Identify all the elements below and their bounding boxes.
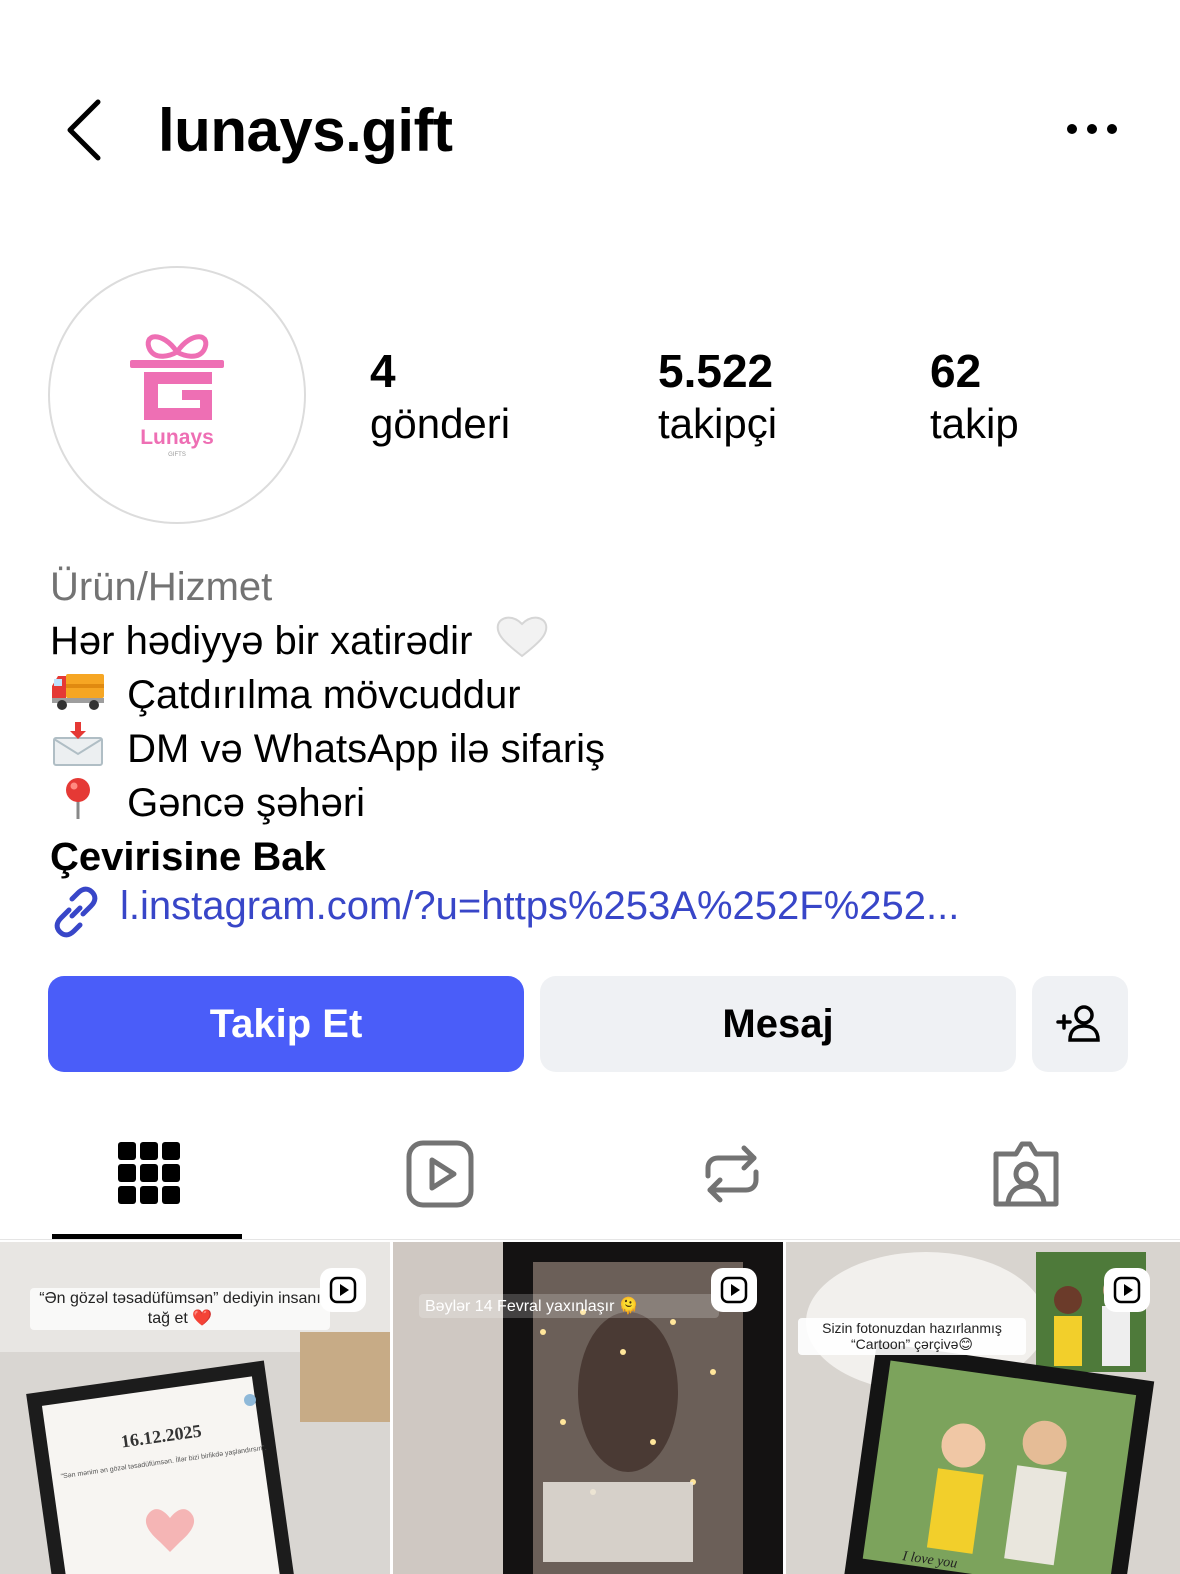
link-icon bbox=[54, 886, 98, 938]
profile-username: lunays.gift bbox=[158, 97, 453, 164]
reel-badge bbox=[320, 1268, 366, 1312]
tab-reposts[interactable] bbox=[696, 1138, 768, 1210]
chevron-left-icon[interactable] bbox=[62, 98, 108, 162]
grid-icon bbox=[118, 1142, 180, 1204]
stat-posts[interactable]: 4 gönderi bbox=[370, 344, 510, 450]
stat-posts-label: gönderi bbox=[370, 400, 511, 447]
reel-badge bbox=[1104, 1268, 1150, 1312]
stat-posts-value: 4 bbox=[370, 345, 396, 397]
profile-bio: Ürün/Hizmet Hər hədiyyə bir xatirədir Ça… bbox=[50, 560, 1140, 884]
post-tile[interactable]: Bəylər 14 Fevral yaxınlaşır 🫠 bbox=[393, 1242, 783, 1574]
avatar-brand: Lunays bbox=[140, 426, 214, 449]
suggested-users-button[interactable] bbox=[1032, 976, 1128, 1072]
avatar[interactable]: Lunays GIFTS bbox=[48, 266, 306, 524]
envelope-with-arrow-icon bbox=[53, 722, 103, 766]
stat-following-label: takip bbox=[930, 400, 1019, 447]
posts-grid: 16.12.2025 “Sən mənim ən gözəl təsadüfüm… bbox=[0, 1242, 1180, 1574]
post-caption: “Ən gözəl təsadüfümsən” dediyin insanı t… bbox=[30, 1288, 330, 1330]
tagged-icon bbox=[993, 1141, 1059, 1207]
stat-followers[interactable]: 5.522 takipçi bbox=[658, 344, 777, 450]
add-user-icon bbox=[1056, 1005, 1100, 1042]
reel-play-icon bbox=[720, 1276, 748, 1304]
avatar-sub: GIFTS bbox=[168, 452, 186, 458]
more-horizontal-icon[interactable] bbox=[1066, 118, 1118, 140]
bio-line-text: DM və WhatsApp ilə sifariş bbox=[127, 727, 606, 771]
profile-category: Ürün/Hizmet bbox=[50, 565, 273, 609]
reel-play-icon bbox=[329, 1276, 357, 1304]
post-tile[interactable]: 16.12.2025 “Sən mənim ən gözəl təsadüfüm… bbox=[0, 1242, 390, 1574]
post-caption: Bəylər 14 Fevral yaxınlaşır 🫠 bbox=[419, 1294, 719, 1318]
stat-following[interactable]: 62 takip bbox=[930, 344, 1019, 450]
profile-header: lunays.gift bbox=[0, 0, 1180, 260]
post-tile[interactable]: I love you Sizin fotonuzdan hazırlanmış … bbox=[786, 1242, 1180, 1574]
tab-reels[interactable] bbox=[404, 1138, 476, 1210]
tab-tagged[interactable] bbox=[990, 1138, 1062, 1210]
bio-line: Çatdırılma mövcuddur bbox=[50, 668, 1140, 722]
see-translation-link[interactable]: Çevirisine Bak bbox=[50, 830, 1140, 884]
reel-play-icon bbox=[1113, 1276, 1141, 1304]
reposts-icon bbox=[705, 1145, 759, 1203]
stat-followers-label: takipçi bbox=[658, 400, 778, 447]
reels-icon bbox=[406, 1140, 474, 1208]
post-caption: Sizin fotonuzdan hazırlanmış “Cartoon” ç… bbox=[798, 1318, 1026, 1355]
profile-tabs bbox=[0, 1110, 1180, 1240]
bio-line: Gəncə şəhəri bbox=[50, 776, 1140, 830]
white-heart-icon bbox=[496, 616, 547, 658]
reel-badge bbox=[711, 1268, 757, 1312]
round-pushpin-icon bbox=[66, 778, 90, 819]
tab-posts-grid[interactable] bbox=[112, 1138, 184, 1210]
stat-following-value: 62 bbox=[930, 345, 982, 397]
lunays-logo: Lunays GIFTS bbox=[130, 334, 224, 458]
bio-line: Hər hədiyyə bir xatirədir bbox=[50, 614, 1140, 668]
follow-button[interactable]: Takip Et bbox=[48, 976, 524, 1072]
bio-line-text: Çatdırılma mövcuddur bbox=[127, 673, 521, 717]
bio-line-text: Gəncə şəhəri bbox=[127, 781, 366, 825]
stat-followers-value: 5.522 bbox=[658, 345, 774, 397]
bio-line: DM və WhatsApp ilə sifariş bbox=[50, 722, 1140, 776]
message-button[interactable]: Mesaj bbox=[540, 976, 1016, 1072]
bio-link-text: l.instagram.com/?u=https%253A%252F%252..… bbox=[120, 884, 960, 928]
bio-line-text: Hər hədiyyə bir xatirədir bbox=[50, 619, 473, 663]
delivery-truck-icon bbox=[52, 674, 104, 710]
tab-divider bbox=[0, 1239, 1180, 1240]
